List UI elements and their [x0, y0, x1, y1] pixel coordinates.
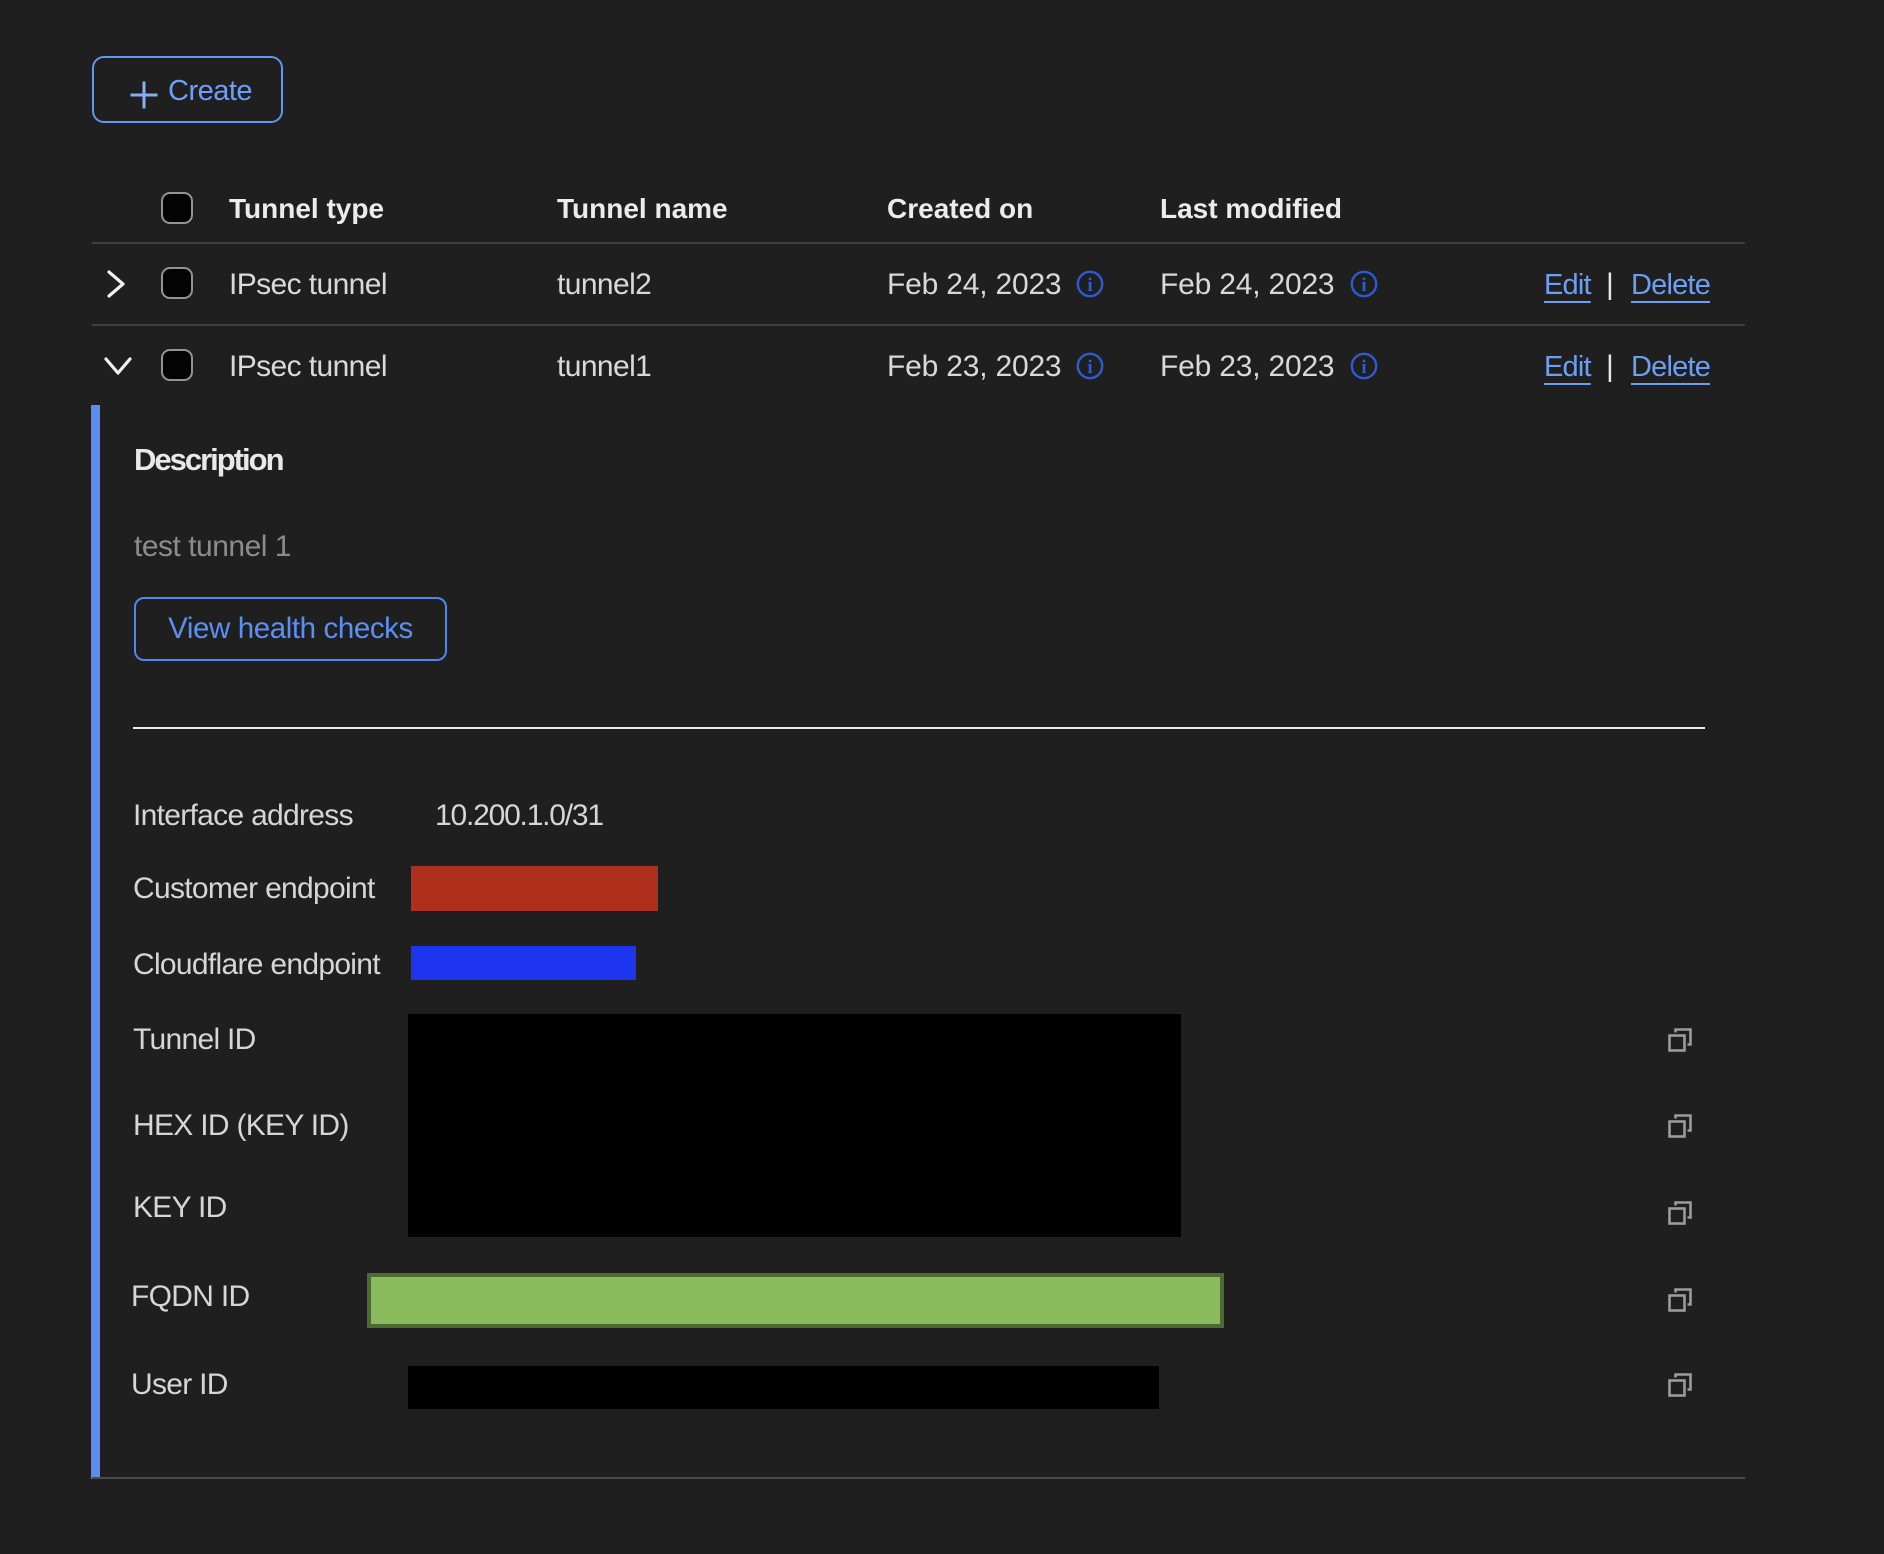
svg-text:i: i	[1361, 275, 1366, 296]
svg-text:i: i	[1361, 357, 1366, 378]
svg-text:i: i	[1087, 357, 1092, 378]
svg-text:i: i	[1087, 275, 1092, 296]
